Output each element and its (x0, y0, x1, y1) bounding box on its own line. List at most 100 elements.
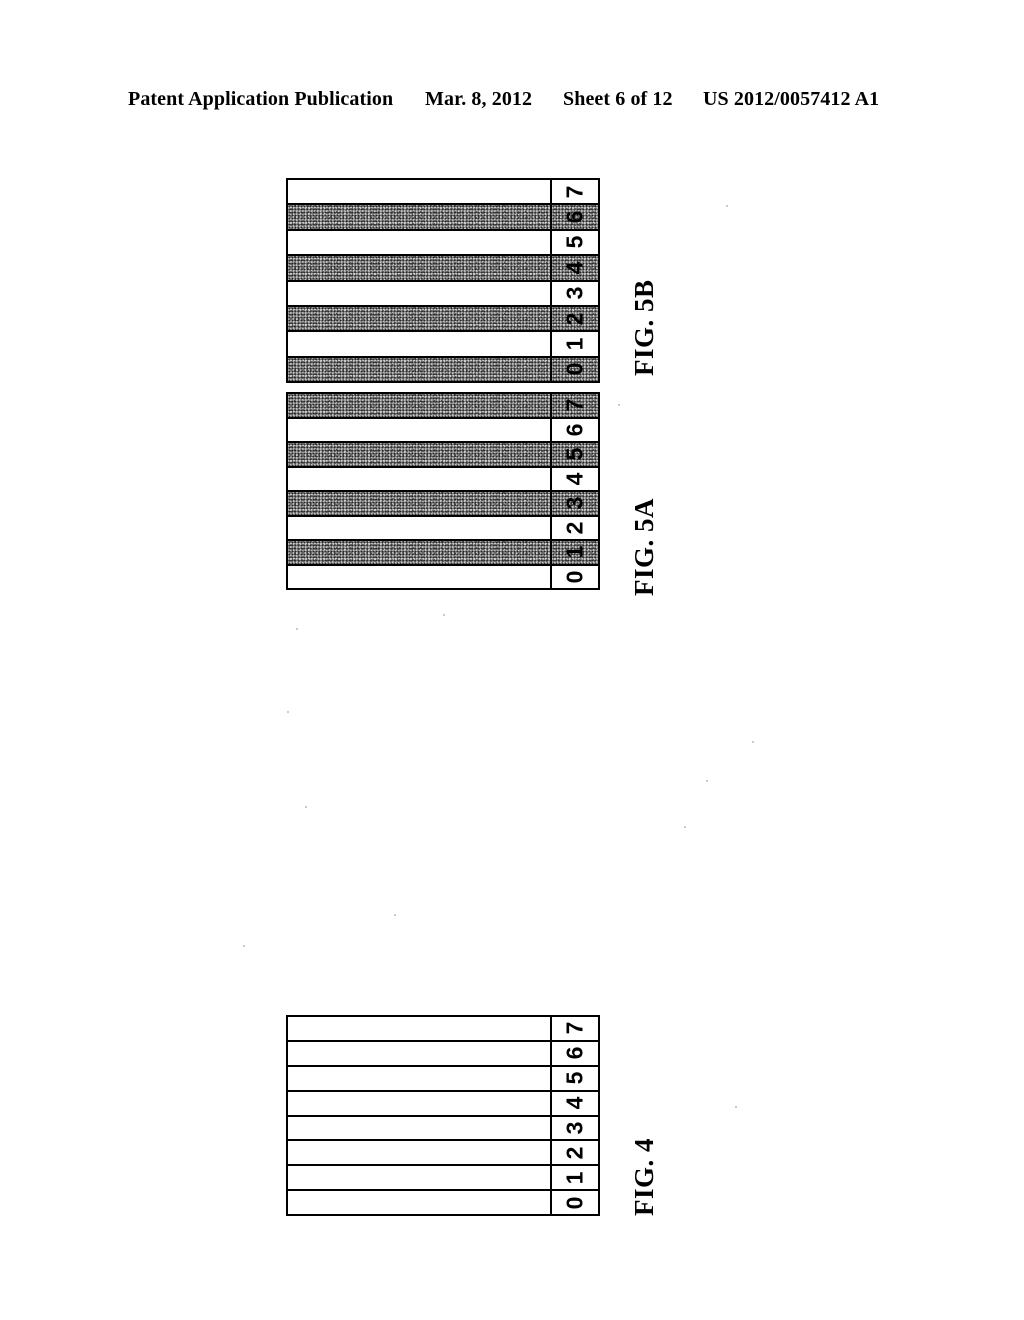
table-row: 6 (288, 205, 598, 231)
header-sheet-label: Sheet 6 of 12 (563, 88, 673, 110)
row-index-label: 4 (561, 1096, 588, 1110)
row-index-cell: 3 (552, 492, 598, 515)
row-index-label: 1 (561, 337, 588, 351)
row-index-label: 2 (561, 1146, 588, 1160)
row-index-label: 6 (561, 210, 588, 224)
row-body-empty (288, 1091, 552, 1115)
row-body-shaded (288, 306, 552, 331)
table-row: 1 (288, 332, 598, 358)
table-row: 5 (288, 1066, 598, 1092)
table-row: 1 (288, 541, 598, 566)
table-row: 3 (288, 492, 598, 517)
table-row: 2 (288, 306, 598, 333)
row-body-shaded (288, 541, 552, 564)
row-body-shaded (288, 394, 552, 417)
row-index-label: 2 (561, 312, 588, 325)
scan-speck (296, 628, 298, 630)
row-index-label: 5 (561, 236, 588, 249)
figure-5a: 7 6 5 4 3 2 1 0 (286, 392, 600, 590)
row-body-empty (288, 1191, 552, 1214)
row-body-empty (288, 1166, 552, 1190)
figure-5a-table: 7 6 5 4 3 2 1 0 (286, 392, 600, 590)
row-index-cell: 0 (552, 357, 598, 381)
row-index-cell: 0 (552, 566, 598, 589)
figure-5b: 7 6 5 4 3 2 1 0 (286, 178, 600, 383)
table-row: 4 (288, 467, 598, 492)
row-index-label: 1 (561, 1171, 588, 1185)
scan-speck (305, 806, 307, 808)
table-row: 1 (288, 1166, 598, 1192)
figure-5a-caption: FIG. 5A (629, 498, 659, 596)
row-index-cell: 0 (552, 1191, 598, 1214)
row-index-label: 7 (561, 398, 588, 412)
figure-5b-table: 7 6 5 4 3 2 1 0 (286, 178, 600, 383)
row-body-shaded (288, 256, 552, 280)
row-body-shaded (288, 357, 552, 381)
scan-speck (752, 741, 754, 743)
row-index-cell: 3 (552, 282, 598, 305)
figure-4-table: 7 6 5 4 3 2 1 0 (286, 1015, 600, 1216)
row-index-label: 3 (561, 286, 588, 300)
scan-speck (706, 780, 708, 782)
scan-speck (287, 711, 289, 713)
row-body-empty (288, 1017, 552, 1040)
scan-speck (726, 205, 728, 207)
row-index-label: 3 (561, 1121, 588, 1135)
row-index-cell: 2 (552, 517, 598, 540)
row-index-cell: 6 (552, 205, 598, 229)
table-row: 4 (288, 1091, 598, 1117)
row-body-empty (288, 565, 552, 588)
row-body-empty (288, 230, 552, 255)
row-index-cell: 6 (552, 419, 598, 442)
table-row: 3 (288, 1116, 598, 1142)
row-index-label: 7 (561, 1022, 588, 1035)
table-row: 5 (288, 443, 598, 468)
table-row: 6 (288, 1041, 598, 1067)
row-index-label: 6 (561, 423, 588, 437)
row-index-cell: 1 (552, 541, 598, 564)
scan-speck (618, 404, 620, 406)
row-index-label: 1 (561, 545, 588, 559)
row-body-empty (288, 1041, 552, 1065)
row-index-cell: 7 (552, 180, 598, 203)
table-row: 2 (288, 1141, 598, 1167)
table-row: 7 (288, 180, 598, 206)
table-row: 5 (288, 230, 598, 257)
scan-speck (735, 1106, 737, 1108)
table-row: 0 (288, 1191, 598, 1214)
row-index-cell: 1 (552, 1166, 598, 1189)
header-publication-label: Patent Application Publication (128, 88, 394, 110)
row-body-empty (288, 1066, 552, 1090)
row-index-cell: 5 (552, 443, 598, 466)
row-index-label: 5 (561, 447, 588, 461)
row-index-label: 0 (561, 362, 588, 376)
row-body-empty (288, 332, 552, 356)
row-body-shaded (288, 492, 552, 515)
table-row: 6 (288, 418, 598, 443)
figure-5b-caption: FIG. 5B (629, 279, 659, 376)
row-index-label: 3 (561, 496, 588, 510)
row-index-label: 2 (561, 521, 588, 535)
table-row: 7 (288, 394, 598, 419)
row-index-cell: 5 (552, 231, 598, 254)
row-index-label: 0 (561, 570, 588, 584)
scan-speck (243, 945, 245, 947)
scan-speck (684, 826, 686, 828)
table-row: 0 (288, 357, 598, 381)
row-index-cell: 3 (552, 1117, 598, 1140)
row-index-cell: 7 (552, 1017, 598, 1040)
figure-4: 7 6 5 4 3 2 1 0 (286, 1015, 600, 1216)
row-index-cell: 5 (552, 1067, 598, 1090)
scan-speck (443, 614, 445, 616)
table-row: 4 (288, 256, 598, 282)
row-body-empty (288, 180, 552, 204)
scan-speck (394, 914, 396, 916)
table-row: 0 (288, 565, 598, 589)
row-index-cell: 4 (552, 256, 598, 280)
row-body-empty (288, 516, 552, 539)
header-document-number: US 2012/0057412 A1 (703, 88, 880, 110)
row-body-empty (288, 1116, 552, 1140)
row-index-label: 4 (561, 261, 588, 275)
row-body-shaded (288, 443, 552, 466)
row-index-label: 7 (561, 185, 588, 199)
